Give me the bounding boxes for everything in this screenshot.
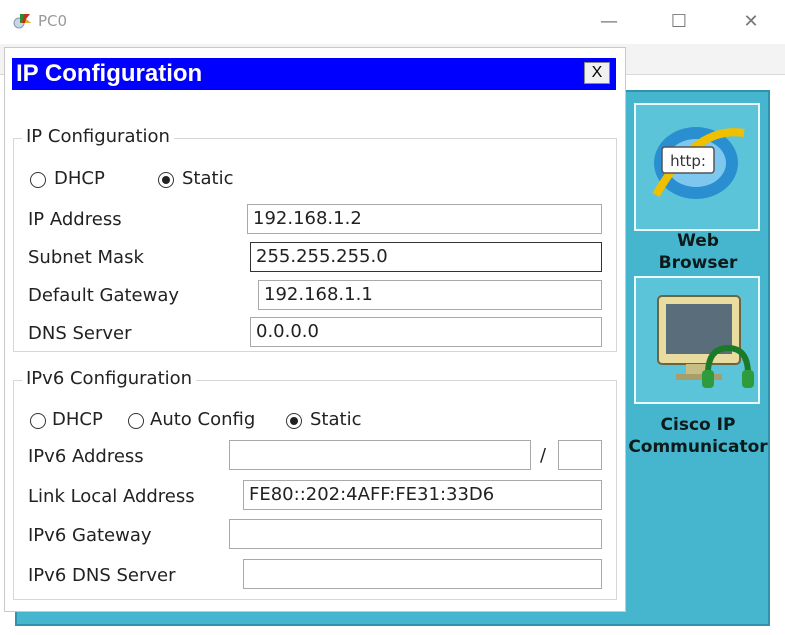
ipv6-static-radio[interactable] — [286, 413, 302, 429]
dialog-titlebar: IP Configuration X — [12, 58, 616, 90]
cisco-ip-communicator-icon — [657, 295, 754, 388]
http-badge: http: — [670, 152, 706, 170]
default-gateway-label: Default Gateway — [28, 285, 180, 306]
ipv6-address-label: IPv6 Address — [28, 446, 144, 467]
ipv6-dns-server-field[interactable] — [243, 559, 602, 589]
link-local-address-field[interactable]: FE80::202:4AFF:FE31:33D6 — [243, 480, 602, 510]
ipv6-gateway-field[interactable] — [229, 519, 602, 549]
maximize-button[interactable]: ☐ — [664, 8, 694, 36]
web-browser-label[interactable]: Web Browser — [613, 230, 783, 272]
ipv4-static-radio[interactable] — [158, 172, 174, 188]
ipv6-prefix-field[interactable] — [558, 440, 602, 470]
ipv6-group-legend: IPv6 Configuration — [22, 368, 197, 389]
link-local-address-label: Link Local Address — [28, 486, 195, 507]
ip-configuration-dialog: IP Configuration X IP Configuration DHCP… — [4, 47, 626, 612]
prefix-separator: / — [540, 445, 547, 466]
web-browser-app[interactable]: http: — [634, 103, 760, 231]
default-gateway-field[interactable]: 192.168.1.1 — [258, 280, 602, 310]
minimize-button[interactable]: — — [594, 8, 624, 36]
dns-server-label: DNS Server — [28, 323, 132, 344]
ipv6-dhcp-label[interactable]: DHCP — [52, 409, 103, 430]
ipv6-static-label[interactable]: Static — [310, 409, 361, 430]
ipv4-config-group: IP Configuration DHCP Static IP Address … — [13, 126, 617, 352]
ip-address-field[interactable]: 192.168.1.2 — [247, 204, 602, 234]
ipv6-auto-config-radio[interactable] — [128, 413, 144, 429]
ipv6-address-field[interactable] — [229, 440, 531, 470]
cisco-ip-communicator-label[interactable]: Cisco IP Communicator — [613, 414, 783, 458]
ipv6-auto-config-label[interactable]: Auto Config — [150, 409, 255, 430]
dns-server-field[interactable]: 0.0.0.0 — [250, 317, 602, 347]
window-titlebar: PC0 — ☐ ✕ — [0, 0, 785, 44]
dialog-close-button[interactable]: X — [584, 62, 610, 84]
ipv4-static-label[interactable]: Static — [182, 168, 233, 189]
ipv4-dhcp-radio[interactable] — [30, 172, 46, 188]
subnet-mask-label: Subnet Mask — [28, 247, 144, 268]
ip-address-label: IP Address — [28, 209, 122, 230]
dialog-title: IP Configuration — [16, 60, 203, 87]
window-title: PC0 — [38, 12, 68, 30]
subnet-mask-field[interactable]: 255.255.255.0 — [250, 242, 602, 272]
window-close-button[interactable]: ✕ — [736, 8, 766, 36]
ipv4-group-legend: IP Configuration — [22, 126, 174, 147]
ipv6-config-group: IPv6 Configuration DHCP Auto Config Stat… — [13, 368, 617, 600]
ipv4-dhcp-label[interactable]: DHCP — [54, 168, 105, 189]
ipv6-dns-server-label: IPv6 DNS Server — [28, 565, 176, 586]
ipv6-gateway-label: IPv6 Gateway — [28, 525, 152, 546]
ipv6-dhcp-radio[interactable] — [30, 413, 46, 429]
web-browser-icon: http: — [652, 127, 745, 199]
packet-tracer-pc-icon — [13, 14, 31, 29]
cisco-ip-communicator-app[interactable] — [634, 276, 760, 404]
